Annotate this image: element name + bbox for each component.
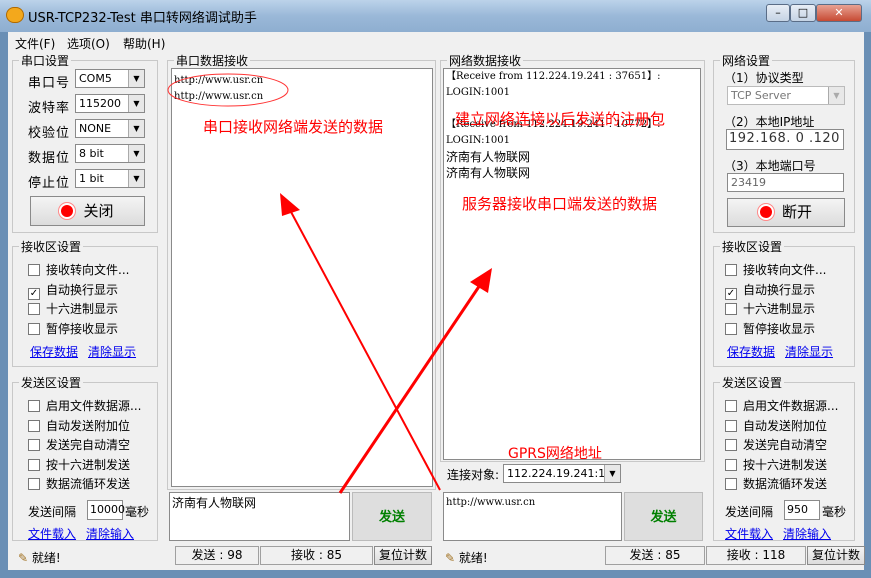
annotation-overlay bbox=[167, 73, 492, 494]
annotation-register: 建立网络连接以后发送的注册包 bbox=[455, 110, 666, 128]
annotation-gprs: GPRS网络地址 bbox=[508, 446, 602, 462]
annotation-arrow bbox=[289, 209, 441, 491]
arrowhead-icon bbox=[470, 268, 492, 293]
annotation-server-recv: 服务器接收串口端发送的数据 bbox=[462, 195, 658, 213]
annotation-arrow bbox=[338, 284, 482, 494]
arrowhead-icon bbox=[280, 193, 300, 216]
annotation-serial-recv: 串口接收网络端发送的数据 bbox=[203, 118, 384, 136]
annotation-ellipse bbox=[167, 73, 289, 107]
